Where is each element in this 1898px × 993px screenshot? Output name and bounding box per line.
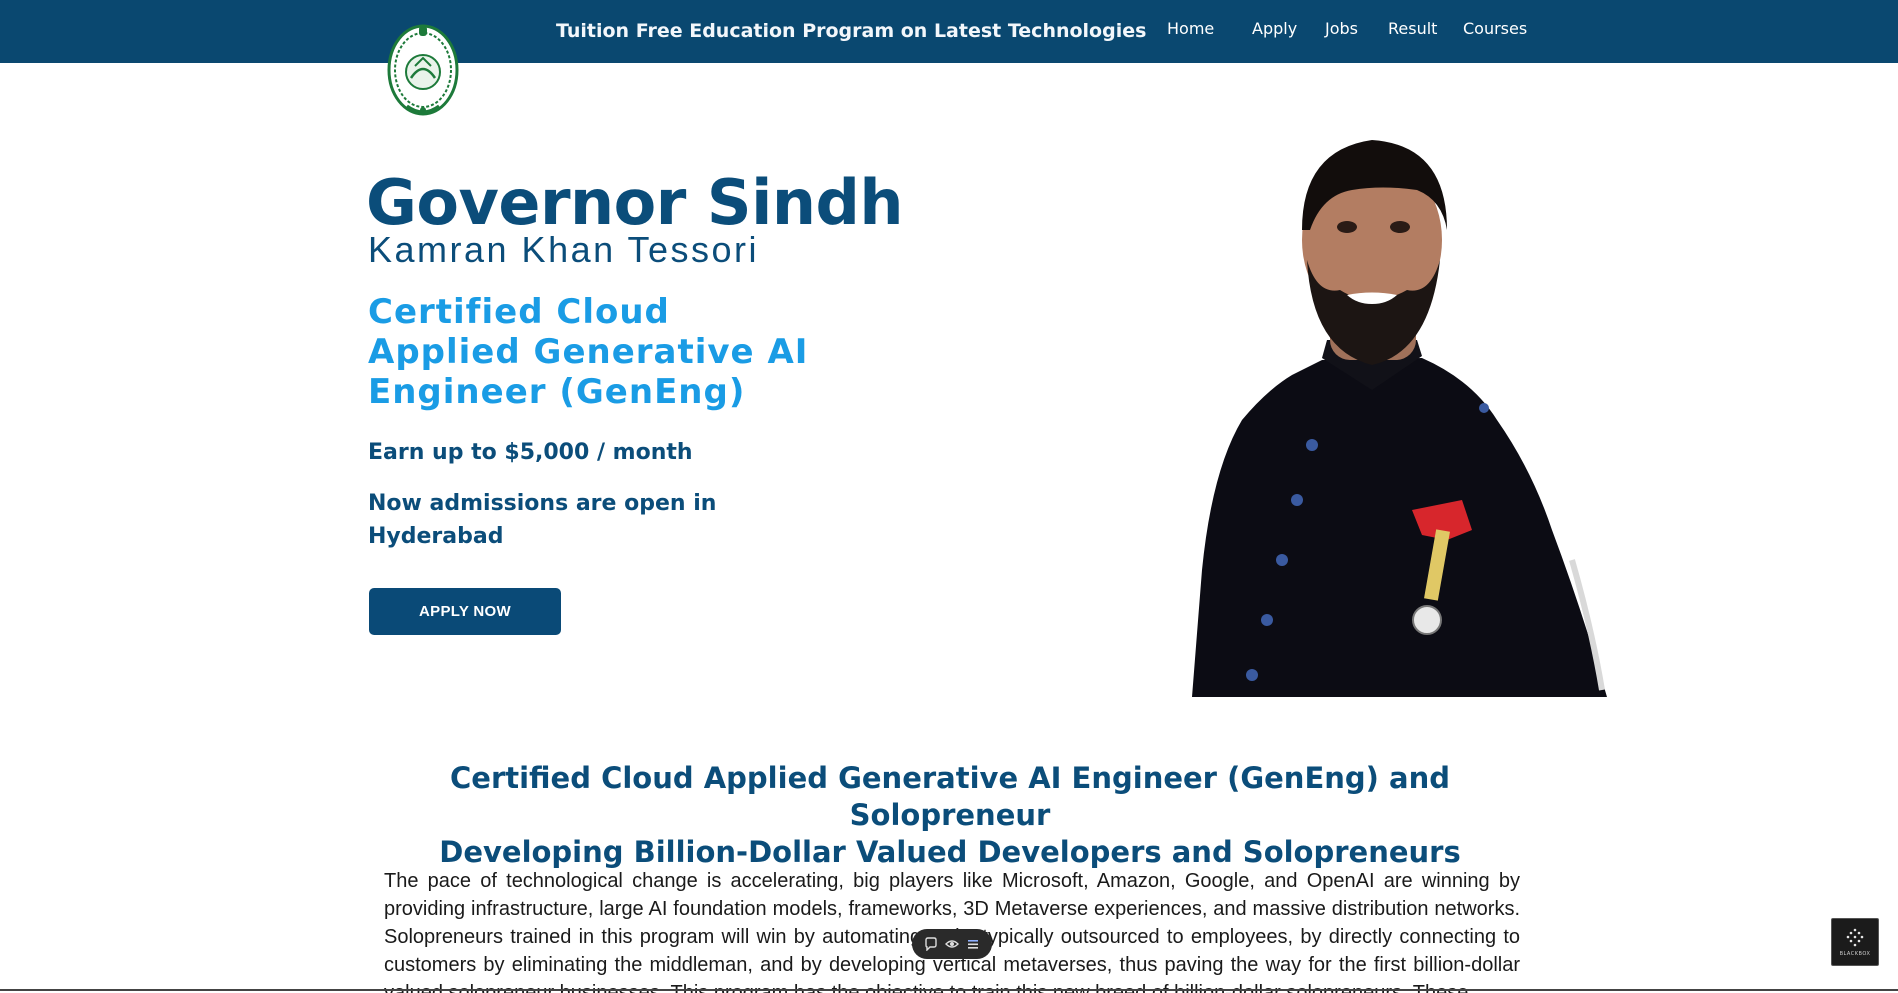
nav-result-link[interactable]: Result: [1388, 19, 1437, 38]
admissions-text: Now admissions are open in Hyderabad: [368, 491, 717, 549]
certificate-title-line: Applied Generative AI: [368, 332, 809, 372]
blackbox-logo-icon: [1846, 928, 1864, 947]
nav-courses-link[interactable]: Courses: [1463, 19, 1527, 38]
certificate-title-line: Engineer (GenEng): [368, 372, 746, 412]
top-navbar: Tuition Free Education Program on Latest…: [0, 0, 1898, 63]
nav-jobs-link[interactable]: Jobs: [1325, 19, 1358, 38]
chat-bubble-icon[interactable]: [923, 936, 939, 952]
blackbox-badge[interactable]: BLACKBOX: [1831, 918, 1879, 966]
list-icon[interactable]: [965, 936, 981, 952]
earn-text: Earn up to $5,000 / month: [368, 440, 693, 465]
viewport-bottom-border: [0, 989, 1898, 991]
section-title: Certified Cloud Applied Generative AI En…: [380, 760, 1520, 871]
nav-apply-link[interactable]: Apply: [1252, 19, 1297, 38]
eye-icon[interactable]: [944, 936, 960, 952]
site-title: Tuition Free Education Program on Latest…: [556, 20, 1147, 42]
governor-portrait: [1172, 90, 1607, 697]
section-title-line-1: Certified Cloud Applied Generative AI En…: [450, 761, 1450, 832]
certificate-title-line: Certified Cloud: [368, 292, 670, 332]
section-title-line-2: Developing Billion-Dollar Valued Develop…: [439, 835, 1461, 869]
floating-toolbar: [912, 929, 992, 959]
hero-subtitle: Kamran Khan Tessori: [368, 229, 760, 270]
apply-now-button[interactable]: APPLY NOW: [369, 588, 561, 635]
nav-home-link[interactable]: Home: [1167, 19, 1214, 38]
blackbox-badge-label: BLACKBOX: [1839, 951, 1871, 957]
governor-house-emblem-icon[interactable]: [385, 22, 461, 118]
